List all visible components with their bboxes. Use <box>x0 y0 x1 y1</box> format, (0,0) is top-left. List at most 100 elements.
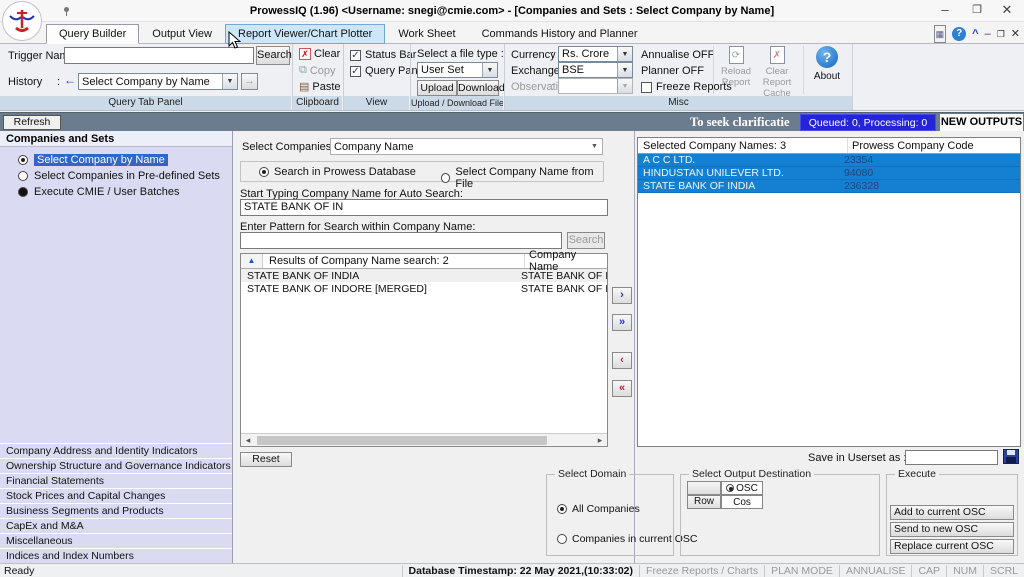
clear-button[interactable]: ✗ Clear <box>299 48 340 60</box>
selected-company-row[interactable]: A C C LTD. 23354 <box>638 154 1020 167</box>
move-all-left-button[interactable]: « <box>612 380 632 397</box>
ribbon: Trigger Name: Search History : ← Select … <box>0 44 1024 111</box>
search-in-prowess-radio[interactable]: Search in Prowess Database <box>259 166 416 178</box>
selected-company-code: 94080 <box>844 167 1020 179</box>
query-pane-checkbox[interactable]: ✓ Query Pane <box>350 65 424 77</box>
copy-button[interactable]: ⧉ Copy <box>299 64 336 77</box>
file-type-dropdown[interactable]: User Set ▼ <box>417 62 498 78</box>
status-bar-checkbox[interactable]: ✓ Status Bar <box>350 49 416 61</box>
tab-query-builder[interactable]: Query Builder <box>46 24 139 44</box>
reset-button[interactable]: Reset <box>240 452 292 467</box>
collapse-ribbon-icon[interactable]: ^ <box>972 26 978 42</box>
exchange-dropdown[interactable]: BSE ▼ <box>558 62 633 78</box>
move-right-button[interactable]: › <box>612 287 632 304</box>
select-companies-by-dropdown[interactable]: Company Name ▼ <box>330 138 603 155</box>
sidebar-section-business-segments[interactable]: Business Segments and Products <box>0 503 232 518</box>
move-left-button[interactable]: ‹ <box>612 352 632 369</box>
results-hscrollbar[interactable]: ◂ ▸ <box>241 433 607 446</box>
tab-work-sheet[interactable]: Work Sheet <box>385 24 468 44</box>
tab-output-view[interactable]: Output View <box>139 24 225 44</box>
reload-report-icon: ⟳ <box>729 46 744 64</box>
file-type-dropdown-arrow-icon[interactable]: ▼ <box>482 63 497 77</box>
selected-company-row[interactable]: HINDUSTAN UNILEVER LTD. 94080 <box>638 167 1020 180</box>
dest-cos-cell[interactable]: Cos <box>721 495 763 509</box>
mdi-restore-icon[interactable]: ❐ <box>997 26 1005 42</box>
add-to-current-osc-button[interactable]: Add to current OSC <box>890 505 1014 520</box>
history-dropdown-arrow-icon[interactable]: ▼ <box>222 74 237 89</box>
window-minimize-button[interactable]: – <box>930 0 960 22</box>
result-row[interactable]: STATE BANK OF INDIA STATE BANK OF IND <box>241 269 607 282</box>
history-back-icon[interactable]: ← <box>64 73 76 87</box>
auto-search-input[interactable]: STATE BANK OF IN <box>240 199 608 216</box>
tab-commands-history[interactable]: Commands History and Planner <box>469 24 651 44</box>
upload-button[interactable]: Upload <box>417 80 457 96</box>
select-companies-by-value: Company Name <box>331 141 587 153</box>
send-to-new-osc-button[interactable]: Send to new OSC <box>890 522 1014 537</box>
mdi-close-icon[interactable]: ✕ <box>1011 26 1020 42</box>
reload-report-label2: Report <box>722 77 751 88</box>
mdi-minimize-icon[interactable]: – <box>985 26 991 42</box>
dest-cos-label: Cos <box>733 497 751 508</box>
clear-report-cache-button[interactable]: ✗ Clear ReportCache <box>756 46 798 99</box>
status-cap: CAP <box>911 565 946 577</box>
exchange-dropdown-arrow-icon[interactable]: ▼ <box>617 63 632 77</box>
scroll-left-icon[interactable]: ◂ <box>241 434 255 446</box>
result-row[interactable]: STATE BANK OF INDORE [MERGED] STATE BANK… <box>241 282 607 295</box>
file-type-label: Select a file type : <box>417 48 504 60</box>
sidebar-item-predefined-sets[interactable]: Select Companies in Pre-defined Sets <box>18 170 220 182</box>
reload-report-button[interactable]: ⟳ ReloadReport <box>718 46 754 88</box>
help-icon[interactable]: ? <box>952 27 966 41</box>
sidebar: Companies and Sets Select Company by Nam… <box>0 131 233 563</box>
pattern-search-input[interactable] <box>240 232 562 249</box>
all-companies-label: All Companies <box>572 503 640 515</box>
refresh-button[interactable]: Refresh <box>3 115 61 130</box>
window-maximize-button[interactable]: ❐ <box>962 0 992 22</box>
sidebar-section-financial-statements[interactable]: Financial Statements <box>0 473 232 488</box>
selected-company-row[interactable]: STATE BANK OF INDIA 236328 <box>638 180 1020 193</box>
paste-button[interactable]: ▤ Paste <box>299 80 341 93</box>
clear-label: Clear <box>314 48 340 60</box>
about-button[interactable]: ? About <box>812 46 842 82</box>
dest-row-cell[interactable]: Row <box>687 495 721 509</box>
history-dropdown[interactable]: Select Company by Name ▼ <box>78 73 238 90</box>
sidebar-item-execute-batches[interactable]: Execute CMIE / User Batches <box>18 186 180 198</box>
currency-dropdown-arrow-icon[interactable]: ▼ <box>617 47 632 61</box>
save-userset-button[interactable] <box>1003 449 1019 467</box>
observation-dropdown-arrow-icon[interactable]: ▼ <box>617 79 632 93</box>
sidebar-section-miscellaneous[interactable]: Miscellaneous <box>0 533 232 548</box>
sidebar-section-ownership[interactable]: Ownership Structure and Governance Indic… <box>0 458 232 473</box>
scroll-right-icon[interactable]: ▸ <box>593 434 607 446</box>
window-close-button[interactable]: ✕ <box>992 0 1022 22</box>
trigger-name-input[interactable] <box>64 47 254 64</box>
tab-report-viewer[interactable]: Report Viewer/Chart Plotter <box>225 24 385 44</box>
currency-dropdown[interactable]: Rs. Crore ▼ <box>558 46 633 62</box>
sidebar-item-select-company-by-name[interactable]: Select Company by Name <box>18 154 168 166</box>
sort-asc-icon[interactable]: ▲ <box>241 254 263 268</box>
sidebar-section-capex-ma[interactable]: CapEx and M&A <box>0 518 232 533</box>
sidebar-section-stock-prices[interactable]: Stock Prices and Capital Changes <box>0 488 232 503</box>
move-all-right-button[interactable]: » <box>612 314 632 331</box>
new-outputs-button[interactable]: NEW OUTPUTS <box>940 114 1023 131</box>
selected-companies-list: Selected Company Names: 3 Prowess Compan… <box>637 137 1021 447</box>
all-companies-radio[interactable]: All Companies <box>557 503 640 515</box>
worksheet-grid-icon[interactable]: ▦ <box>934 25 947 43</box>
status-db-timestamp: Database Timestamp: 22 May 2021,(10:33:0… <box>402 565 640 577</box>
results-header-row[interactable]: ▲ Results of Company Name search: 2 Comp… <box>241 254 607 269</box>
results-list: ▲ Results of Company Name search: 2 Comp… <box>240 253 608 447</box>
output-destination-group: Select Output Destination OSC Row Cos <box>680 474 880 556</box>
history-forward-icon[interactable]: → <box>241 73 258 90</box>
dest-corner-cell[interactable] <box>687 481 721 495</box>
download-button[interactable]: Download <box>457 80 499 96</box>
pattern-search-button[interactable]: Search <box>567 232 605 249</box>
save-userset-input[interactable] <box>905 450 998 465</box>
trigger-search-button[interactable]: Search <box>256 46 290 65</box>
scrollbar-thumb[interactable] <box>257 436 547 445</box>
dest-osc-radio[interactable]: OSC <box>721 481 763 495</box>
sidebar-section-company-address[interactable]: Company Address and Identity Indicators <box>0 443 232 458</box>
replace-current-osc-button[interactable]: Replace current OSC <box>890 539 1014 554</box>
observation-dropdown[interactable]: ▼ <box>558 78 633 94</box>
select-by-dropdown-arrow-icon[interactable]: ▼ <box>587 139 602 154</box>
companies-current-osc-radio[interactable]: Companies in current OSC <box>557 533 697 545</box>
sidebar-section-indices[interactable]: Indices and Index Numbers <box>0 548 232 563</box>
select-from-file-radio[interactable]: Select Company Name from File <box>441 166 603 190</box>
